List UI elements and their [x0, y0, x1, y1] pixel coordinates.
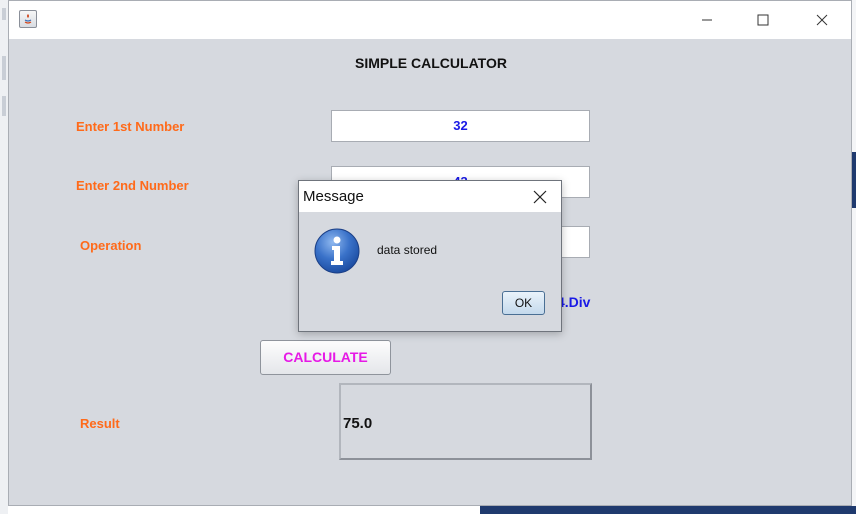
- page-title: SIMPLE CALCULATOR: [355, 55, 507, 71]
- first-number-field[interactable]: 32: [331, 110, 590, 142]
- background-app-edge-left: [0, 0, 8, 514]
- calculate-button[interactable]: CALCULATE: [260, 340, 391, 375]
- background-app-edge-right: [852, 0, 856, 514]
- background-taskbar-strip: [480, 506, 856, 514]
- close-icon: [816, 14, 828, 26]
- background-mark: [2, 96, 6, 116]
- first-number-label: Enter 1st Number: [76, 119, 185, 134]
- dialog-message: data stored: [377, 243, 438, 257]
- operation-label: Operation: [80, 238, 142, 253]
- background-panel: [852, 152, 856, 208]
- second-number-label: Enter 2nd Number: [76, 178, 189, 193]
- close-button[interactable]: [799, 1, 845, 39]
- maximize-icon: [757, 14, 769, 26]
- minimize-icon: [702, 19, 712, 21]
- result-display: 75.0: [339, 383, 592, 460]
- maximize-button[interactable]: [740, 1, 786, 39]
- close-icon: [533, 190, 547, 204]
- window-titlebar[interactable]: [9, 1, 851, 39]
- dialog-title: Message: [303, 188, 364, 205]
- result-label: Result: [80, 416, 120, 431]
- background-mark: [2, 8, 6, 20]
- java-app-icon: [19, 10, 37, 28]
- dialog-close-button[interactable]: [523, 183, 557, 211]
- info-icon: [313, 227, 361, 280]
- operations-hint: 4.Div: [557, 294, 591, 310]
- background-mark: [2, 56, 6, 80]
- ok-button[interactable]: OK: [502, 291, 545, 315]
- result-value: 75.0: [343, 415, 373, 432]
- minimize-button[interactable]: [684, 1, 730, 39]
- message-dialog: Message data stored OK: [298, 180, 562, 332]
- dialog-titlebar[interactable]: Message: [299, 181, 561, 212]
